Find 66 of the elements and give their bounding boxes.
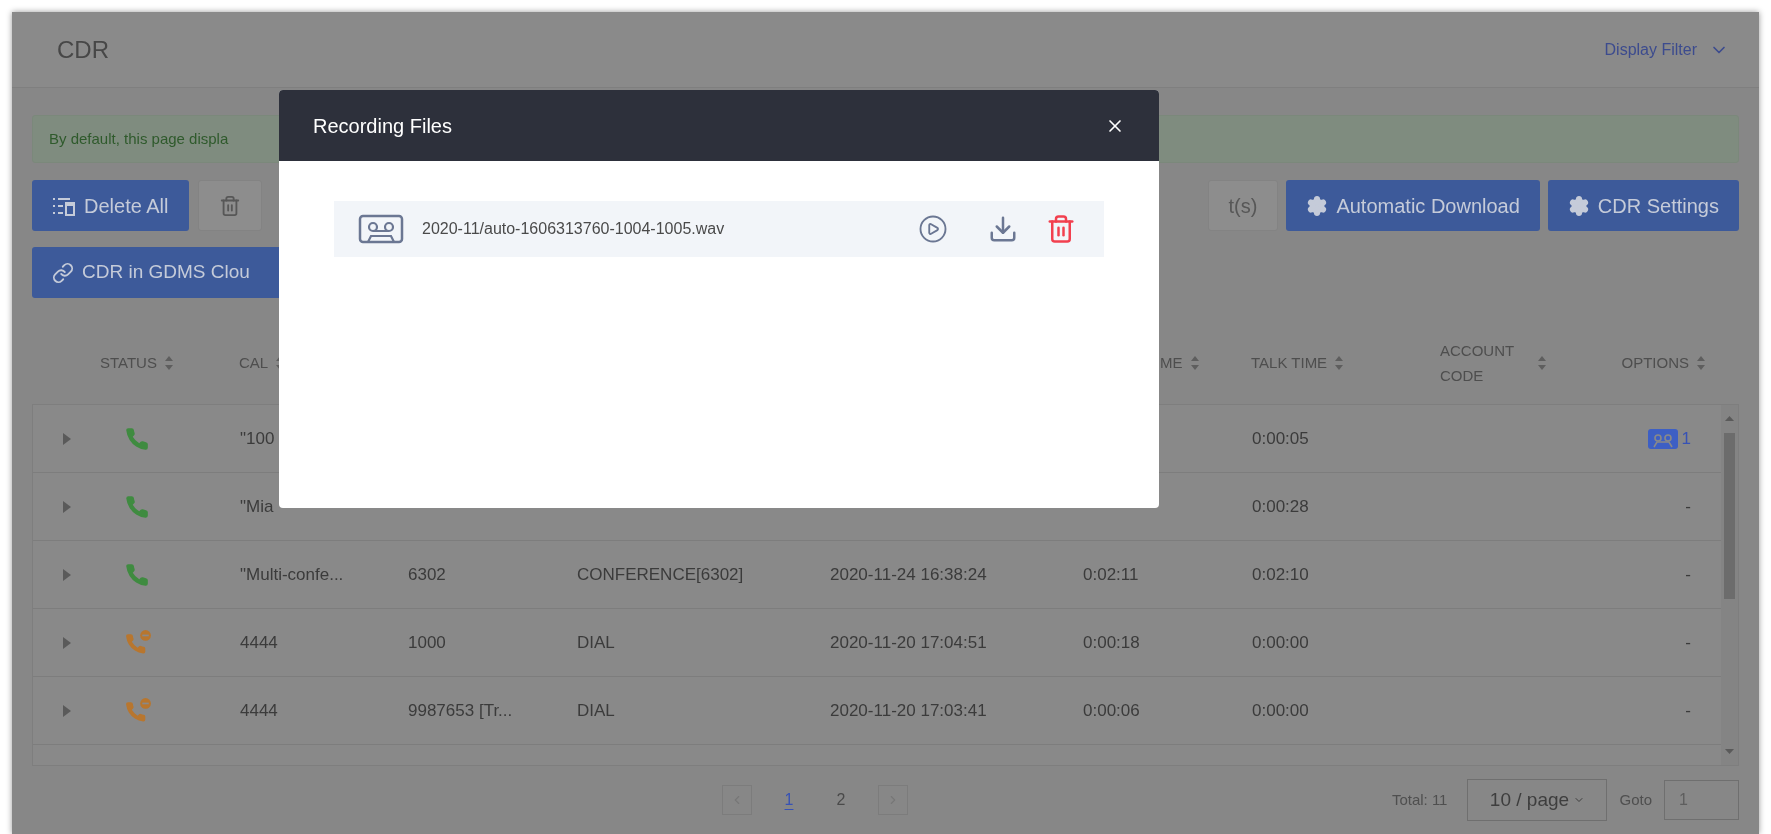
list-trash-icon xyxy=(52,195,76,216)
expand-arrow-icon[interactable] xyxy=(63,704,71,717)
play-button[interactable] xyxy=(918,214,948,244)
settings-button[interactable]: Automatic Download xyxy=(1286,180,1540,231)
delete-all-button[interactable]: Delete All xyxy=(32,180,189,231)
link-icon xyxy=(52,261,74,284)
page-title: CDR xyxy=(57,34,109,65)
goto-label: Goto xyxy=(1619,789,1652,810)
table-cell: DIAL xyxy=(577,632,615,652)
column-header: ME xyxy=(1160,352,1183,373)
expand-arrow-icon[interactable] xyxy=(63,568,71,581)
table-cell: 0:00:06 xyxy=(1083,700,1140,720)
expand-arrow-icon[interactable] xyxy=(63,500,71,513)
table-cell: "100 xyxy=(240,428,275,448)
table-cell-text: - xyxy=(1685,563,1691,586)
table-cell: 2020-11-20 17:03:41 xyxy=(830,700,987,720)
table-cell: 1000 xyxy=(408,632,446,652)
phone-icon xyxy=(124,493,150,520)
expand-arrow-icon[interactable] xyxy=(63,636,71,649)
recording-link[interactable]: 1 xyxy=(1647,425,1691,452)
column-header: ACCOUNT CODE xyxy=(1440,341,1515,386)
table-cell: 9987653 [Tr... xyxy=(408,700,513,720)
table-cell: "Mia xyxy=(240,496,274,516)
settings-button[interactable]: CDR Settings xyxy=(1547,180,1739,231)
dialog-title: Recording Files xyxy=(313,113,452,139)
table-cell: "Multi-confe... xyxy=(240,564,344,584)
table-cell: 0:02:11 xyxy=(1083,564,1139,584)
page-button[interactable]: 1 xyxy=(774,788,804,812)
table-cell-text: - xyxy=(1685,631,1691,654)
column-header: CAL xyxy=(239,352,269,373)
file-name: 2020-11/auto-1606313760-1004-1005.wav xyxy=(422,219,725,239)
table-cell-text: - xyxy=(1685,495,1691,518)
phone-icon xyxy=(124,561,150,588)
table-cell: 6302 xyxy=(408,564,446,584)
table-cell: 0:00:18 xyxy=(1083,632,1140,652)
table-cell: 0:00:05 xyxy=(1252,428,1309,448)
expand-arrow-icon[interactable] xyxy=(63,432,71,445)
table-cell: 2020-11-24 16:38:24 xyxy=(830,564,987,584)
download-icon xyxy=(988,214,1018,244)
table-cell: 0:02:10 xyxy=(1252,564,1309,584)
page-button[interactable]: 2 xyxy=(826,788,856,812)
table-cell: 4444 xyxy=(240,700,278,720)
total-count: Total: 11 xyxy=(1391,789,1448,810)
table-cell: CONFERENCE[6302] xyxy=(577,564,744,584)
column-header: TALK TIME xyxy=(1251,352,1328,373)
page-size-select[interactable]: 10 / page xyxy=(1467,779,1608,821)
play-icon xyxy=(918,214,948,244)
display-filter-button[interactable]: Display Filter xyxy=(1604,37,1729,62)
cassette-icon xyxy=(1647,428,1678,449)
column-header: STATUS xyxy=(100,352,157,373)
delete-button[interactable] xyxy=(1046,214,1076,244)
download-button[interactable] xyxy=(988,214,1018,244)
cloud-button[interactable]: CDR in GDMS Clou xyxy=(32,247,282,298)
table-cell: DIAL xyxy=(577,700,615,720)
table-cell: 4444 xyxy=(240,632,278,652)
table-cell: 0:00:00 xyxy=(1252,632,1309,652)
notice-text: By default, this page displa xyxy=(49,128,229,149)
table-cell-text: - xyxy=(1685,699,1691,722)
trash-icon xyxy=(1046,214,1076,244)
table-cell: 2020-11-20 17:04:51 xyxy=(830,632,987,652)
table-cell: 0:00:00 xyxy=(1252,700,1309,720)
cassette-icon xyxy=(358,214,404,244)
column-header: OPTIONS xyxy=(1621,352,1689,373)
trash-icon xyxy=(218,194,241,217)
table-cell: 0:00:28 xyxy=(1252,496,1309,516)
phone-icon xyxy=(124,425,150,452)
